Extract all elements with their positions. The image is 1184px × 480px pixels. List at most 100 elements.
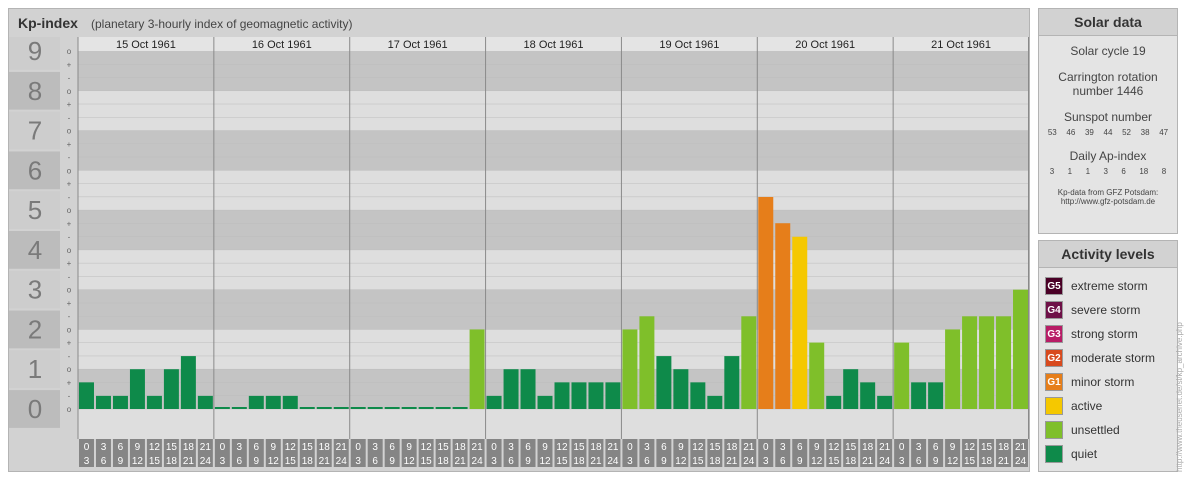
kp-chart-panel: Kp-index (planetary 3-hourly index of ge… [8, 8, 1030, 472]
source-watermark: http://www.theusenet.de/sl/kp_archive.ph… [1175, 322, 1184, 472]
kp-bar [79, 382, 94, 409]
day-label: 15 Oct 1961 [116, 39, 176, 51]
y-minor-tick-label: + [67, 100, 72, 109]
y-minor-tick-label: o [67, 87, 72, 96]
hour-end-label: 6 [508, 456, 514, 467]
hour-start-label: 6 [661, 442, 667, 453]
kp-bar [826, 395, 842, 409]
level-swatch: G5 [1045, 277, 1063, 295]
kp-bar [112, 395, 128, 409]
kp-bar [384, 407, 400, 409]
y-major-tick-label: 8 [28, 76, 42, 106]
hour-end-label: 21 [862, 456, 874, 467]
source-link[interactable]: http://www.gfz-potsdam.de [1039, 197, 1177, 206]
kp-bar [214, 407, 230, 409]
hour-start-label: 9 [678, 442, 684, 453]
y-minor-tick-label: + [67, 219, 72, 228]
kp-bar [979, 316, 995, 409]
ap-value: 1 [1067, 167, 1073, 176]
sunspot-value: 53 [1047, 128, 1057, 137]
hour-start-label: 21 [1015, 442, 1027, 453]
day-label: 20 Oct 1961 [795, 39, 855, 51]
kp-bar [758, 196, 774, 409]
y-minor-tick-label: + [67, 60, 72, 69]
hour-end-label: 24 [200, 456, 212, 467]
hour-start-label: 18 [590, 442, 602, 453]
hour-start-label: 15 [302, 442, 314, 453]
hour-end-label: 6 [916, 456, 922, 467]
sunspot-value: 38 [1140, 128, 1150, 137]
hour-start-label: 9 [271, 442, 277, 453]
level-unsettled: unsettled [1045, 421, 1175, 439]
hour-start-label: 0 [220, 442, 226, 453]
hour-end-label: 3 [627, 456, 633, 467]
level-swatch [1045, 421, 1063, 439]
sunspot-value: 47 [1159, 128, 1169, 137]
kp-bar [452, 407, 468, 409]
level-quiet: quiet [1045, 445, 1175, 463]
kp-bar [401, 407, 417, 409]
level-label: strong storm [1071, 327, 1138, 341]
hour-start-label: 15 [438, 442, 450, 453]
day-label: 16 Oct 1961 [252, 39, 312, 51]
kp-band [78, 51, 1029, 91]
y-minor-tick-label: - [68, 392, 71, 401]
y-minor-tick-label: - [68, 233, 71, 242]
hour-end-label: 15 [828, 456, 840, 467]
y-major-tick-label: 1 [28, 354, 42, 384]
hour-end-label: 24 [743, 456, 755, 467]
hour-end-label: 6 [372, 456, 378, 467]
kp-band [78, 130, 1029, 171]
level-active: active [1045, 397, 1175, 415]
hour-start-label: 9 [135, 442, 141, 453]
solar-panel-title: Solar data [1039, 9, 1177, 36]
kp-bar [248, 395, 264, 409]
hour-end-label: 9 [389, 456, 395, 467]
y-minor-tick-label: - [68, 153, 71, 162]
hour-end-label: 18 [302, 456, 314, 467]
hour-start-label: 21 [743, 442, 755, 453]
kp-bar [299, 407, 315, 409]
day-label: 17 Oct 1961 [388, 39, 448, 51]
hour-start-label: 9 [814, 442, 820, 453]
kp-bar [333, 407, 349, 409]
kp-bar [95, 395, 111, 409]
hour-start-label: 6 [254, 442, 260, 453]
hour-end-label: 21 [319, 456, 331, 467]
hour-start-label: 12 [556, 442, 568, 453]
kp-bar [180, 356, 196, 409]
kp-bar [775, 223, 791, 409]
solar-cycle: Solar cycle 19 [1070, 44, 1146, 58]
hour-end-label: 24 [472, 456, 484, 467]
hour-end-label: 21 [998, 456, 1010, 467]
hour-start-label: 3 [101, 442, 107, 453]
hour-start-label: 15 [981, 442, 993, 453]
level-severe-storm: G4 severe storm [1045, 301, 1175, 319]
hour-end-label: 3 [491, 456, 497, 467]
kp-band [78, 289, 1029, 330]
y-minor-tick-label: - [68, 272, 71, 281]
kp-bar [350, 407, 366, 409]
level-swatch: G3 [1045, 325, 1063, 343]
kp-bar [622, 329, 638, 409]
kp-bar [724, 356, 740, 409]
hour-end-label: 9 [797, 456, 803, 467]
hour-end-label: 24 [607, 456, 619, 467]
hour-end-label: 18 [438, 456, 450, 467]
hour-end-label: 15 [556, 456, 568, 467]
hour-start-label: 15 [709, 442, 721, 453]
kp-bar [877, 395, 893, 409]
y-major-tick-label: 7 [28, 116, 42, 146]
kp-bar [435, 407, 451, 409]
kp-band [78, 90, 1029, 131]
kp-bar [469, 329, 485, 409]
hour-start-label: 21 [472, 442, 484, 453]
hour-end-label: 18 [573, 456, 585, 467]
hour-end-label: 3 [84, 456, 90, 467]
level-swatch: G2 [1045, 349, 1063, 367]
kp-bar [520, 369, 536, 409]
y-minor-tick-label: + [67, 378, 72, 387]
hour-end-label: 9 [933, 456, 939, 467]
level-strong-storm: G3 strong storm [1045, 325, 1175, 343]
hour-start-label: 15 [845, 442, 857, 453]
